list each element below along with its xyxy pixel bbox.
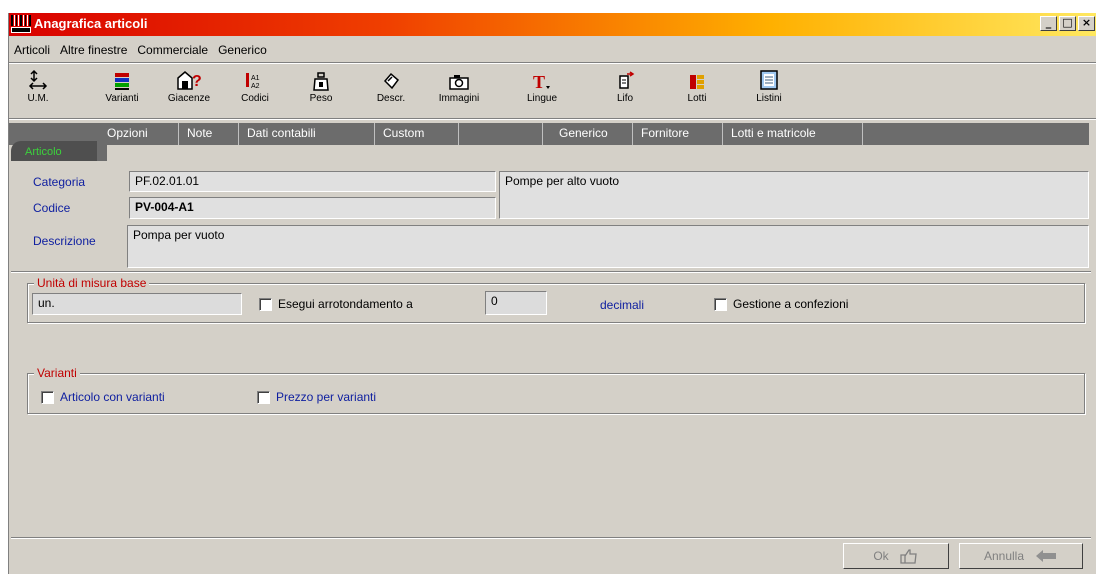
menu-bar: Articoli Altre finestre Commerciale Gene… bbox=[9, 41, 272, 59]
camera-icon bbox=[449, 75, 469, 90]
with-variants-checkbox-box[interactable] bbox=[41, 390, 54, 404]
svg-text:A1: A1 bbox=[251, 75, 260, 82]
um-button[interactable]: U.M. bbox=[10, 65, 66, 115]
descrizione-field[interactable]: Pompa per vuoto bbox=[127, 225, 1089, 268]
cancel-button[interactable]: Annulla bbox=[959, 543, 1083, 569]
um-field[interactable]: un. bbox=[32, 293, 242, 315]
ok-button[interactable]: Ok bbox=[843, 543, 949, 569]
round-label: Esegui arrotondamento a bbox=[278, 297, 413, 311]
lifo-button[interactable]: Lifo bbox=[597, 65, 653, 115]
menu-commerciale[interactable]: Commerciale bbox=[132, 41, 213, 59]
price-list-icon bbox=[760, 70, 778, 90]
maximize-button[interactable]: □ bbox=[1059, 16, 1076, 31]
window-title: Anagrafica articoli bbox=[34, 16, 148, 31]
decimals-label: decimali bbox=[600, 298, 645, 312]
menu-altre-finestre[interactable]: Altre finestre bbox=[55, 41, 132, 59]
tab-note[interactable]: Note bbox=[179, 123, 239, 145]
tab-blank[interactable] bbox=[459, 123, 543, 145]
codici-label: Codici bbox=[241, 93, 269, 104]
tab-dati-contabili[interactable]: Dati contabili bbox=[239, 123, 375, 145]
with-variants-label: Articolo con varianti bbox=[60, 390, 165, 404]
giacenze-label: Giacenze bbox=[167, 93, 211, 104]
tab-articolo[interactable]: Articolo bbox=[11, 141, 97, 161]
listini-button[interactable]: Listini bbox=[741, 65, 797, 115]
menu-divider bbox=[9, 62, 1096, 64]
svg-text:A2: A2 bbox=[251, 83, 260, 90]
text-font-icon: T bbox=[533, 72, 550, 91]
warehouse-question-icon: ? bbox=[177, 71, 202, 90]
lifo-label: Lifo bbox=[616, 93, 634, 104]
decimals-field[interactable]: 0 bbox=[485, 291, 547, 315]
thumbs-up-icon bbox=[900, 549, 917, 564]
um-group-title: Unità di misura base bbox=[34, 276, 150, 290]
lingue-label: Lingue bbox=[526, 93, 558, 104]
title-bar[interactable]: Anagrafica articoli _ □ × bbox=[9, 13, 1096, 36]
categoria-field[interactable]: PF.02.01.01 bbox=[129, 171, 496, 192]
codici-button[interactable]: A1 A2 Codici bbox=[227, 65, 283, 115]
weight-icon bbox=[313, 72, 329, 91]
codice-label: Codice bbox=[33, 201, 71, 215]
varianti-label: Varianti bbox=[105, 93, 139, 104]
descr-label: Descr. bbox=[376, 93, 406, 104]
menu-articoli[interactable]: Articoli bbox=[9, 41, 55, 59]
bottom-divider bbox=[11, 537, 1091, 539]
listini-label: Listini bbox=[756, 93, 782, 104]
giacenze-button[interactable]: ? Giacenze bbox=[161, 65, 217, 115]
tab-custom[interactable]: Custom bbox=[375, 123, 459, 145]
price-variants-label: Prezzo per varianti bbox=[276, 390, 377, 404]
main-window: Anagrafica articoli _ □ × Articoli Altre… bbox=[8, 13, 1096, 574]
round-checkbox[interactable]: Esegui arrotondamento a bbox=[259, 297, 413, 311]
tab-generico[interactable]: Generico bbox=[543, 123, 633, 145]
app-barcode-icon bbox=[11, 15, 32, 33]
back-arrow-icon bbox=[1036, 550, 1057, 562]
round-checkbox-box[interactable] bbox=[259, 297, 272, 311]
packs-checkbox-box[interactable] bbox=[714, 297, 727, 311]
tab-opzioni[interactable]: Opzioni bbox=[99, 123, 179, 145]
cancel-label: Annulla bbox=[983, 549, 1025, 563]
categoria-description-field: Pompe per alto vuoto bbox=[499, 171, 1089, 219]
header-divider bbox=[11, 271, 1091, 273]
price-variants-checkbox[interactable]: Prezzo per varianti bbox=[257, 390, 376, 404]
um-label: U.M. bbox=[27, 93, 49, 104]
color-bars-icon bbox=[115, 73, 129, 90]
variants-group-title: Varianti bbox=[34, 366, 80, 380]
lots-icon bbox=[690, 75, 704, 89]
with-variants-checkbox[interactable]: Articolo con varianti bbox=[41, 390, 165, 404]
ok-label: Ok bbox=[873, 549, 889, 563]
close-button[interactable]: × bbox=[1078, 16, 1095, 31]
price-variants-checkbox-box[interactable] bbox=[257, 390, 270, 404]
tab-strip: Opzioni Note Dati contabili Custom Gener… bbox=[9, 123, 1089, 145]
descr-button[interactable]: Descr. bbox=[363, 65, 419, 115]
packs-label: Gestione a confezioni bbox=[733, 297, 849, 311]
minimize-button[interactable]: _ bbox=[1040, 16, 1057, 31]
tab-lotti-matricole[interactable]: Lotti e matricole bbox=[723, 123, 863, 145]
codes-icon: A1A2 bbox=[246, 73, 260, 90]
codice-field[interactable]: PV-004-A1 bbox=[129, 197, 496, 219]
svg-text:?: ? bbox=[192, 73, 202, 90]
lifo-icon bbox=[619, 71, 635, 89]
lingue-button[interactable]: T Lingue bbox=[514, 65, 570, 115]
measure-arrows-icon bbox=[28, 69, 48, 90]
menu-generico[interactable]: Generico bbox=[213, 41, 272, 59]
toolbar-divider bbox=[9, 118, 1096, 120]
variants-group: Varianti bbox=[27, 366, 1085, 414]
lotti-label: Lotti bbox=[687, 93, 707, 104]
tab-fornitore[interactable]: Fornitore bbox=[633, 123, 723, 145]
peso-button[interactable]: Peso bbox=[293, 65, 349, 115]
immagini-button[interactable]: Immagini bbox=[431, 65, 487, 115]
immagini-label: Immagini bbox=[438, 93, 480, 104]
peso-label: Peso bbox=[309, 93, 333, 104]
packs-checkbox[interactable]: Gestione a confezioni bbox=[714, 297, 848, 311]
lotti-button[interactable]: Lotti bbox=[669, 65, 725, 115]
categoria-label: Categoria bbox=[33, 175, 86, 189]
descrizione-label: Descrizione bbox=[33, 234, 96, 248]
varianti-button[interactable]: Varianti bbox=[94, 65, 150, 115]
description-icon bbox=[383, 72, 400, 90]
svg-text:T: T bbox=[533, 72, 545, 91]
